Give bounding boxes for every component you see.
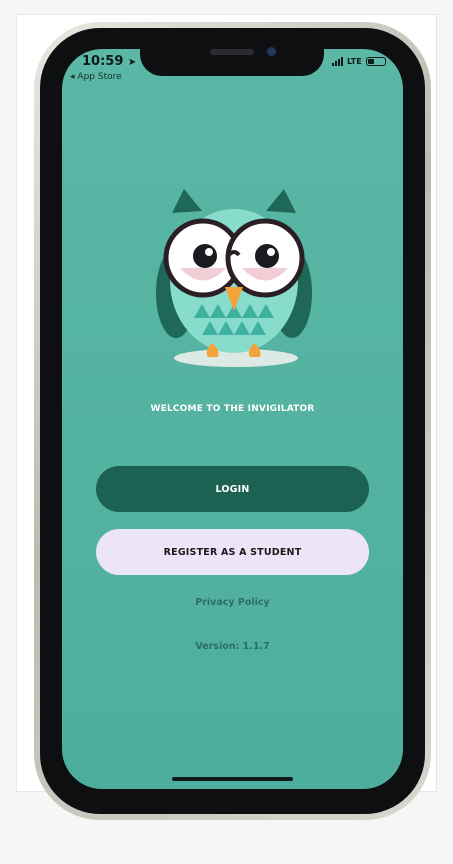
login-button-label: LOGIN (215, 483, 250, 495)
owl-with-glasses-icon (156, 189, 312, 367)
location-arrow-icon: ➤ (127, 57, 137, 68)
login-button[interactable]: LOGIN (96, 466, 369, 512)
status-indicators: LTE (332, 57, 386, 66)
back-link-label: App Store (77, 72, 122, 82)
register-button-label: REGISTER AS A STUDENT (163, 546, 302, 558)
front-camera (267, 47, 276, 56)
back-arrow-icon: ◂ (70, 72, 75, 82)
privacy-policy-link[interactable]: Privacy Policy (62, 597, 403, 608)
status-time-text: 10:59 (82, 54, 124, 69)
back-to-app-store-link[interactable]: ◂ App Store (70, 72, 122, 82)
network-type: LTE (347, 57, 362, 66)
status-time: 10:59 ➤ (82, 54, 136, 69)
phone-notch (140, 36, 324, 76)
battery-icon (365, 57, 386, 66)
signal-bars-icon (332, 57, 343, 66)
app-screen (62, 49, 403, 789)
register-student-button[interactable]: REGISTER AS A STUDENT (96, 529, 369, 575)
welcome-heading: WELCOME TO THE INVIGILATOR (150, 404, 315, 414)
speaker-grille (210, 49, 254, 55)
home-indicator[interactable] (172, 777, 293, 781)
version-text: Version: 1.1.7 (195, 641, 270, 652)
battery-level (367, 59, 374, 64)
